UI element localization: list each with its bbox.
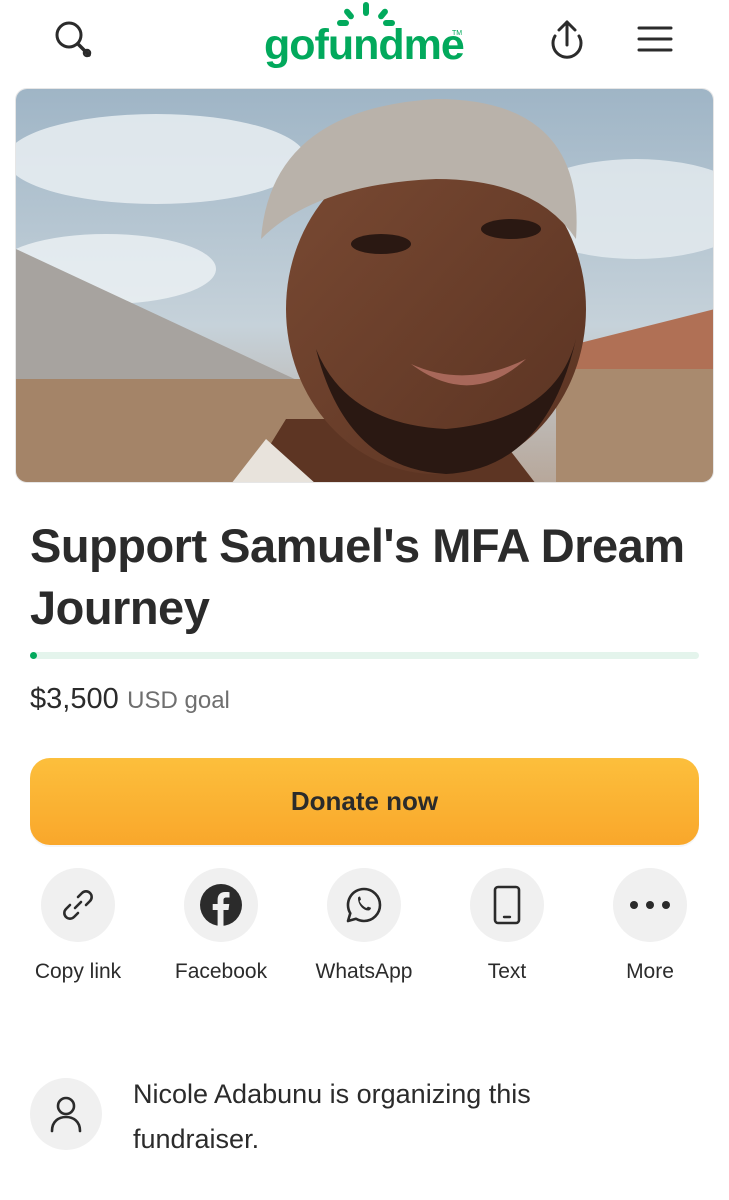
goal-currency-label: USD goal — [127, 687, 230, 714]
share-upload-icon — [551, 20, 583, 59]
search-button[interactable] — [48, 14, 98, 64]
share-button[interactable] — [542, 14, 592, 64]
progress-bar-fill — [30, 652, 37, 659]
goal-amount: $3,500 — [30, 683, 119, 715]
whatsapp-icon — [346, 887, 382, 923]
share-facebook[interactable]: Facebook — [156, 868, 286, 984]
organizer-section: Nicole Adabunu is organizing this fundra… — [30, 1072, 710, 1162]
share-label: More — [626, 960, 674, 983]
copy-link-button[interactable] — [41, 868, 115, 942]
goal-summary: $3,500 USD goal — [30, 683, 230, 716]
share-whatsapp[interactable]: WhatsApp — [299, 868, 429, 984]
donate-now-button[interactable]: Donate now — [30, 758, 699, 845]
user-icon — [50, 1096, 82, 1133]
organizer-text: Nicole Adabunu is organizing this fundra… — [133, 1079, 531, 1154]
facebook-icon — [200, 884, 242, 926]
share-text[interactable]: Text — [442, 868, 572, 984]
avatar — [30, 1078, 102, 1150]
share-copy-link[interactable]: Copy link — [13, 868, 143, 984]
gofundme-logo[interactable]: gofundme TM — [264, 0, 468, 76]
phone-icon — [493, 885, 521, 925]
campaign-photo-illustration — [16, 89, 713, 482]
share-label: Text — [487, 960, 527, 983]
share-label: WhatsApp — [315, 960, 413, 983]
menu-icon — [637, 26, 673, 52]
logo-trademark: TM — [452, 30, 463, 37]
text-message-button[interactable] — [470, 868, 544, 942]
campaign-photo[interactable] — [15, 88, 714, 483]
share-options: Copy link Facebook WhatsApp Text More — [0, 868, 729, 998]
progress-bar — [30, 652, 699, 659]
menu-button[interactable] — [630, 14, 680, 64]
whatsapp-button[interactable] — [327, 868, 401, 942]
share-label: Copy link — [34, 960, 122, 983]
search-icon — [55, 21, 92, 58]
more-dots-icon — [630, 901, 670, 909]
campaign-title: Support Samuel's MFA Dream Journey — [30, 519, 685, 634]
logo-wordmark: gofundme — [264, 21, 465, 69]
top-nav: gofundme TM — [0, 0, 729, 80]
share-label: Facebook — [174, 960, 268, 983]
facebook-button[interactable] — [184, 868, 258, 942]
link-icon — [63, 890, 93, 920]
share-more[interactable]: More — [585, 868, 715, 984]
more-share-button[interactable] — [613, 868, 687, 942]
